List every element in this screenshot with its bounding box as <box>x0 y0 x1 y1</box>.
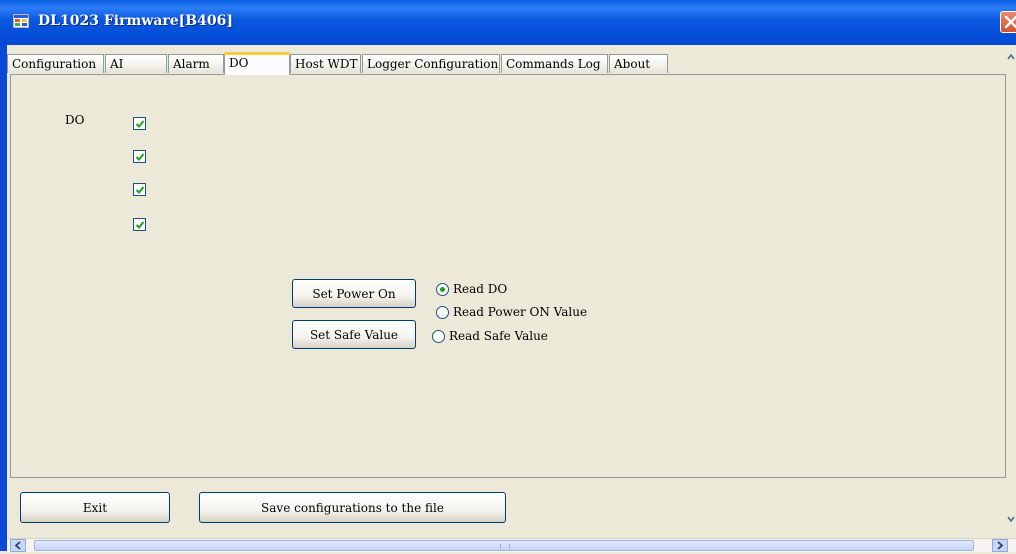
radio-unselected-icon <box>436 306 449 319</box>
app-window-icon[interactable] <box>12 13 30 29</box>
tab-ai[interactable]: AI <box>105 54 167 73</box>
do-checkbox-3[interactable] <box>133 218 146 231</box>
read-do-label: Read DO <box>453 282 508 296</box>
save-configurations-button[interactable]: Save configurations to the file <box>199 492 506 523</box>
title-bar: DL1023 Firmware[B406] <box>0 0 1016 45</box>
scroll-right-button[interactable] <box>992 539 1008 552</box>
tab-configuration[interactable]: Configuration <box>7 54 104 73</box>
tab-alarm[interactable]: Alarm <box>168 54 224 73</box>
set-power-on-button[interactable]: Set Power On <box>292 279 416 308</box>
radio-unselected-icon <box>432 330 445 343</box>
window-left-border <box>0 45 7 551</box>
scroll-right-icon <box>997 541 1004 550</box>
scroll-up-icon <box>1007 53 1015 60</box>
radio-selected-icon <box>436 283 449 296</box>
do-label: DO <box>65 113 85 127</box>
horizontal-scrollbar[interactable] <box>7 538 1016 552</box>
do-checkbox-2[interactable] <box>133 183 146 196</box>
checkmark-icon <box>135 153 145 161</box>
scroll-left-icon <box>14 541 21 550</box>
tab-about[interactable]: About <box>609 54 668 73</box>
vertical-scrollbar[interactable] <box>1006 52 1016 528</box>
checkmark-icon <box>135 221 145 229</box>
do-tab-panel <box>10 74 1006 478</box>
tab-host-wdt[interactable]: Host WDT <box>290 54 361 73</box>
tab-do[interactable]: DO <box>224 52 290 75</box>
scroll-left-button[interactable] <box>10 539 26 552</box>
exit-button[interactable]: Exit <box>20 492 170 523</box>
do-checkbox-0[interactable] <box>133 117 146 130</box>
do-checkbox-1[interactable] <box>133 150 146 163</box>
read-safe-value-label: Read Safe Value <box>449 329 548 343</box>
read-power-on-value-label: Read Power ON Value <box>453 305 588 319</box>
tab-logger-configuration[interactable]: Logger Configuration <box>362 54 500 73</box>
tab-strip: Configuration AI Alarm DO Host WDT Logge… <box>7 52 1007 75</box>
close-icon <box>1004 15 1016 29</box>
tab-commands-log[interactable]: Commands Log <box>501 54 608 73</box>
checkmark-icon <box>135 120 145 128</box>
checkmark-icon <box>135 186 145 194</box>
scroll-down-icon <box>1007 516 1015 523</box>
set-safe-value-button[interactable]: Set Safe Value <box>292 320 416 349</box>
window-title: DL1023 Firmware[B406] <box>38 13 233 29</box>
close-button[interactable] <box>1000 11 1016 33</box>
scrollbar-thumb[interactable] <box>34 540 974 551</box>
